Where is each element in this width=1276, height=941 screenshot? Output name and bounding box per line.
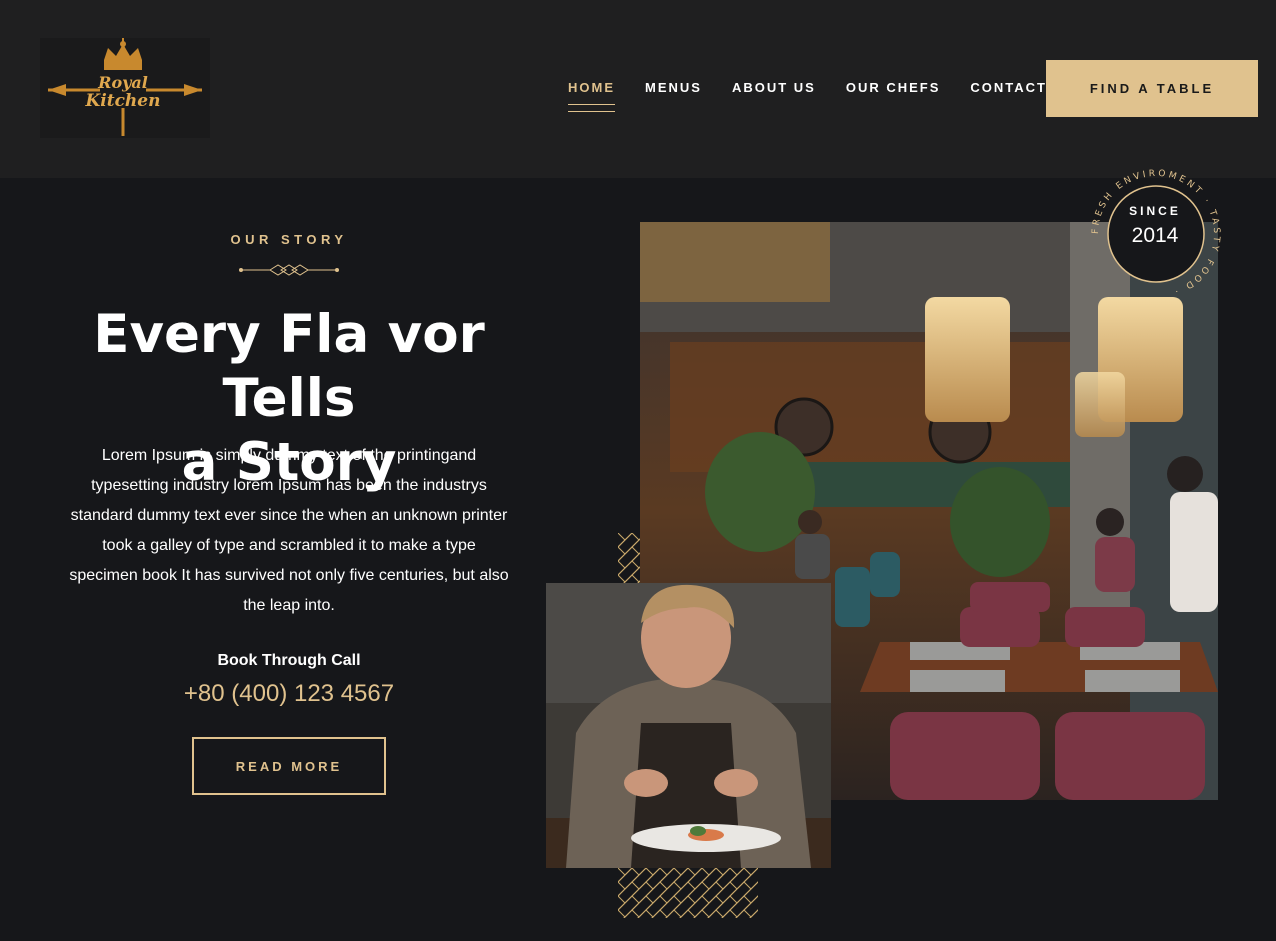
logo-text-royal: Royal [97, 73, 148, 92]
royal-kitchen-logo[interactable]: Royal Kitchen [40, 38, 210, 138]
badge-year: 2014 [1131, 224, 1179, 247]
read-more-button[interactable]: READ MORE [192, 737, 386, 795]
book-call-label: Book Through Call [217, 652, 361, 669]
gold-pattern-bottom [618, 868, 758, 918]
story-description: Lorem Ipsum is simply dummy text of the … [69, 447, 509, 614]
title-line-1: Every Fla vor Tells [93, 304, 485, 429]
badge-since-label: SINCE [1129, 204, 1181, 218]
phone-number[interactable]: +80 (400) 123 4567 [140, 680, 438, 708]
site-header: Royal Kitchen HOME MENUS ABOUT US OUR CH… [0, 0, 1276, 178]
nav-home[interactable]: HOME [568, 80, 615, 112]
ornament-divider [238, 262, 340, 283]
main-nav: HOME MENUS ABOUT US OUR CHEFS CONTACT [568, 80, 1047, 112]
nav-about-us[interactable]: ABOUT US [732, 80, 816, 95]
nav-contact[interactable]: CONTACT [970, 80, 1047, 95]
find-a-table-button[interactable]: FIND A TABLE [1046, 60, 1258, 117]
nav-our-chefs[interactable]: OUR CHEFS [846, 80, 941, 95]
logo-text-kitchen: Kitchen [85, 91, 161, 111]
chef-plating-image [546, 583, 831, 868]
section-eyebrow: OUR STORY [230, 232, 348, 247]
nav-menus[interactable]: MENUS [645, 80, 702, 95]
